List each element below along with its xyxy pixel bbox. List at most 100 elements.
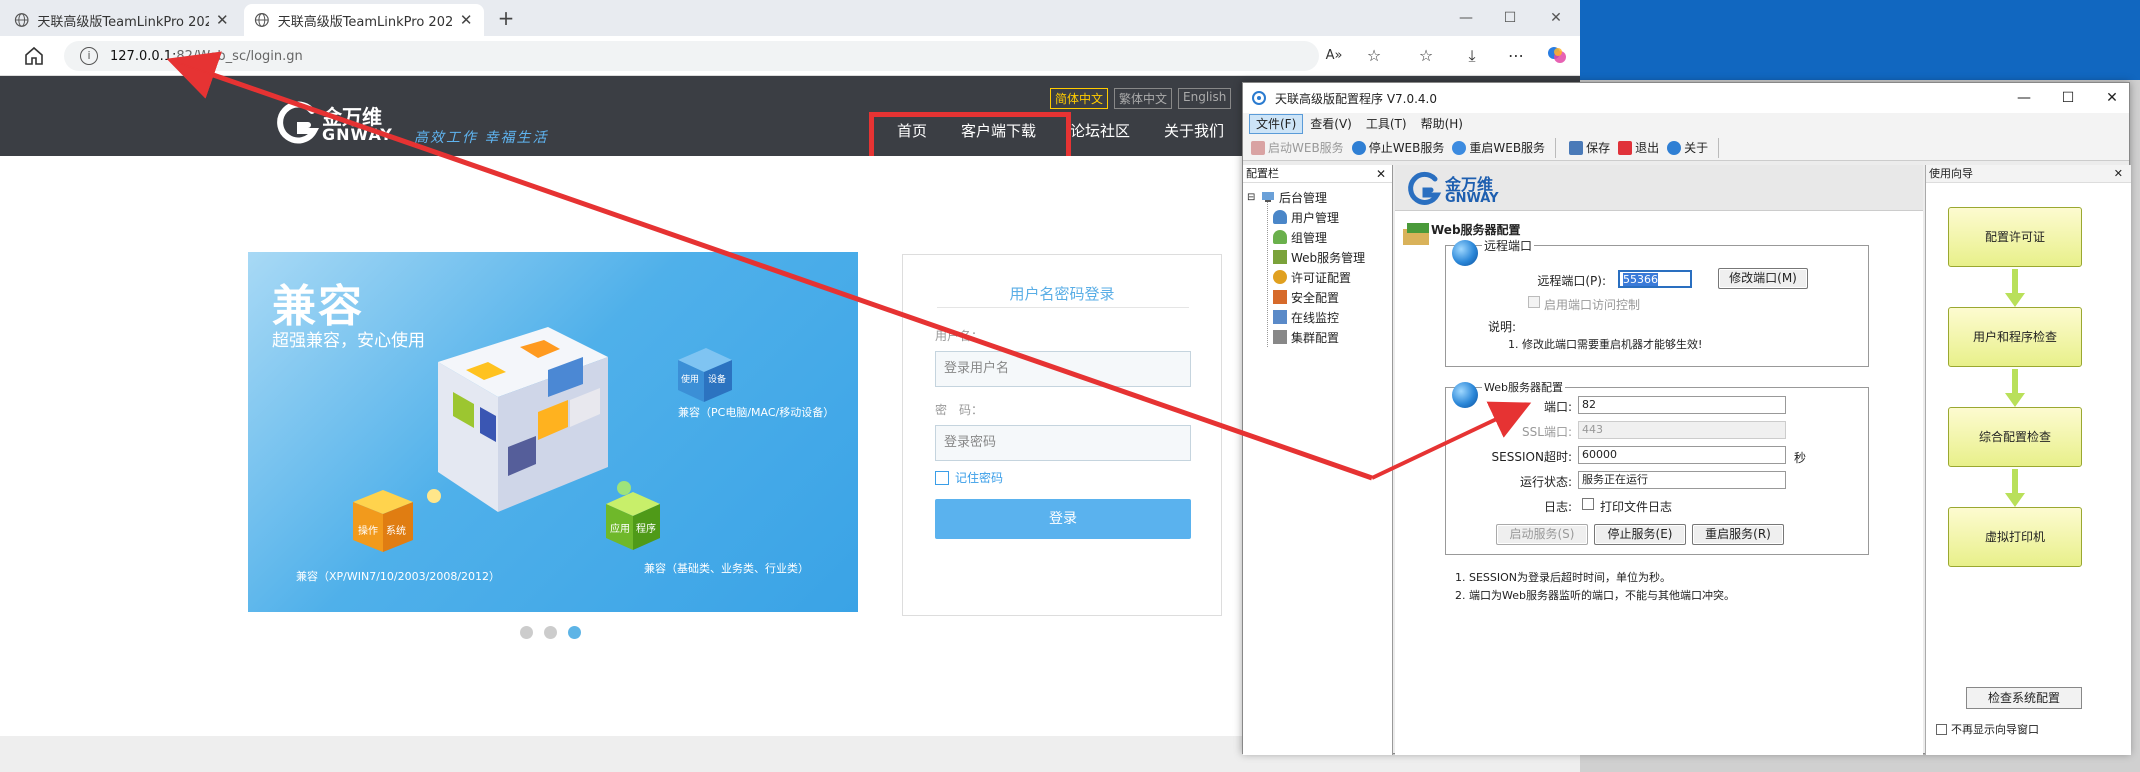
stop-service-button[interactable]: 停止服务(E) [1594, 524, 1686, 545]
pane-title: 配置栏 [1246, 167, 1279, 180]
wizard-step-user-check[interactable]: 用户和程序检查 [1948, 307, 2082, 367]
start-icon [1251, 140, 1265, 155]
save-button[interactable]: 保存 [1569, 139, 1610, 156]
close-tab-icon[interactable]: ✕ [215, 12, 230, 28]
exit-button[interactable]: 退出 [1618, 139, 1659, 156]
log-label: 日志: [1543, 500, 1572, 514]
start-service-button[interactable]: 启动服务(S) [1496, 524, 1588, 545]
new-tab-button[interactable]: + [494, 7, 518, 31]
web-server-group: Web服务器配置 端口: 82 SSL端口: 443 SESSION超时: 60… [1445, 379, 1869, 555]
nav-about[interactable]: 关于我们 [1147, 116, 1241, 146]
desktop-background [1580, 0, 2140, 80]
modify-port-button[interactable]: 修改端口(M) [1718, 268, 1808, 289]
save-icon [1569, 140, 1584, 155]
remember-password[interactable]: 记住密码 [935, 469, 1003, 486]
check-system-config-button[interactable]: 检查系统配置 [1966, 687, 2082, 709]
remember-label: 记住密码 [955, 471, 1004, 485]
remote-port-input[interactable]: 55366 [1618, 270, 1692, 288]
lang-simplified-chinese[interactable]: 简体中文 [1050, 88, 1109, 109]
carousel-dot[interactable] [520, 626, 533, 639]
read-aloud-icon[interactable]: A» [1322, 44, 1346, 68]
app-menubar: 文件(F) 查看(V) 工具(T) 帮助(H) [1243, 113, 2129, 135]
app-titlebar[interactable]: 天联高级版配置程序 V7.0.4.0 — ☐ ✕ [1243, 83, 2129, 113]
about-button[interactable]: 关于 [1667, 139, 1708, 156]
address-bar[interactable]: i 127.0.0.1: 82/Web_sc/login.gn [64, 41, 1319, 71]
password-input[interactable]: 登录密码 [935, 425, 1191, 461]
app-cube: 应用 程序 [606, 481, 660, 550]
lang-traditional-chinese[interactable]: 繁体中文 [1114, 88, 1173, 109]
menu-file[interactable]: 文件(F) [1249, 114, 1304, 134]
key-icon [1273, 270, 1287, 284]
app-close-button[interactable]: ✕ [2089, 83, 2135, 113]
browser-tab-1[interactable]: 天联高级版TeamLinkPro 2021标准版 ✕ [4, 4, 240, 36]
remote-port-label: 远程端口(P): [1537, 274, 1606, 288]
content-header: 金万维 GNWAY [1395, 165, 1923, 211]
globe-icon [1452, 240, 1478, 266]
tree-item-group-management[interactable]: 组管理 [1243, 227, 1393, 247]
close-pane-icon[interactable]: ✕ [1376, 165, 1386, 183]
info-icon[interactable]: i [80, 47, 98, 65]
tree-item-user-management[interactable]: 用户管理 [1243, 207, 1393, 227]
web-service-icon [1273, 250, 1287, 264]
menu-help[interactable]: 帮助(H) [1414, 114, 1470, 134]
favorite-star-icon[interactable]: ☆ [1362, 44, 1386, 68]
wizard-step-license[interactable]: 配置许可证 [1948, 207, 2082, 267]
tree-item-security[interactable]: 安全配置 [1243, 287, 1393, 307]
config-content-panel: 金万维 GNWAY Web服务器配置 远程端口 远程端口(P): 55366 修… [1395, 165, 1923, 755]
print-log-checkbox[interactable] [1582, 498, 1594, 510]
port-input[interactable]: 82 [1578, 396, 1786, 414]
tree-root[interactable]: ⊟ 后台管理 [1243, 187, 1393, 207]
tab-title: 天联高级版TeamLinkPro 2021标准版 [37, 14, 208, 30]
username-input[interactable]: 登录用户名 [935, 351, 1191, 387]
wizard-step-config-check[interactable]: 综合配置检查 [1948, 407, 2082, 467]
login-button[interactable]: 登录 [935, 499, 1191, 539]
stop-web-service-button[interactable]: 停止WEB服务 [1351, 139, 1444, 156]
browser-tab-2[interactable]: 天联高级版TeamLinkPro 2021标准版 ✕ [244, 4, 484, 36]
menu-view[interactable]: 查看(V) [1303, 114, 1359, 134]
close-tab-icon[interactable]: ✕ [458, 12, 474, 28]
help-icon [1667, 140, 1682, 155]
tree-item-web-service[interactable]: Web服务管理 [1243, 247, 1393, 267]
lang-english[interactable]: English [1178, 88, 1232, 109]
remote-port-group: 远程端口 远程端口(P): 55366 修改端口(M) 启用端口访问控制 说明:… [1445, 237, 1869, 367]
app-minimize-button[interactable]: — [2001, 83, 2047, 113]
minimize-button[interactable]: — [1446, 6, 1486, 30]
collapse-icon[interactable]: ⊟ [1247, 192, 1257, 203]
remember-checkbox[interactable] [935, 470, 949, 485]
logo-slogan: 高效工作 幸福生活 [414, 130, 549, 146]
down-arrow-icon [2005, 269, 2025, 307]
ssl-port-input[interactable]: 443 [1578, 421, 1786, 439]
more-menu-icon[interactable]: ⋯ [1504, 44, 1528, 68]
banner-carousel[interactable]: 兼容 超强兼容，安心使用 使用 设备 操作 系统 应用 程序 兼容（PC电脑/M… [248, 252, 858, 612]
no-show-wizard[interactable]: 不再显示向导窗口 [1936, 721, 2039, 737]
pane-header: 使用向导 ✕ [1926, 165, 2131, 183]
app-toolbar: 启动WEB服务 停止WEB服务 重启WEB服务 保存 退出 关于 [1243, 135, 2129, 161]
tree-item-license[interactable]: 许可证配置 [1243, 267, 1393, 287]
menu-tools[interactable]: 工具(T) [1359, 114, 1414, 134]
restart-note: 1. 修改此端口需要重启机器才能够生效! [1508, 338, 1703, 351]
access-control-checkbox[interactable] [1528, 296, 1540, 308]
restart-service-button[interactable]: 重启服务(R) [1692, 524, 1784, 545]
carousel-dot-active[interactable] [568, 626, 581, 639]
wizard-step-virtual-printer[interactable]: 虚拟打印机 [1948, 507, 2082, 567]
copilot-icon[interactable] [1546, 44, 1570, 68]
close-pane-icon[interactable]: ✕ [2114, 165, 2123, 183]
close-window-button[interactable]: ✕ [1536, 6, 1576, 30]
language-switcher: 简体中文 繁体中文 English [1050, 88, 1232, 109]
start-web-service-button[interactable]: 启动WEB服务 [1251, 139, 1344, 156]
site-logo[interactable]: 金万维 GNWAY 高效工作 幸福生活 [272, 99, 592, 149]
carousel-dot[interactable] [544, 626, 557, 639]
gnway-logo-icon [1408, 171, 1442, 205]
home-icon[interactable] [22, 44, 46, 68]
tree-item-cluster[interactable]: 集群配置 [1243, 327, 1393, 347]
no-show-checkbox[interactable] [1936, 723, 1947, 735]
tree-item-online-monitor[interactable]: 在线监控 [1243, 307, 1393, 327]
favorites-icon[interactable]: ☆ [1414, 44, 1438, 68]
restart-web-service-button[interactable]: 重启WEB服务 [1452, 139, 1545, 156]
app-maximize-button[interactable]: ☐ [2045, 83, 2091, 113]
login-panel: 用户名密码登录 用户名： 登录用户名 密 码： 登录密码 记住密码 登录 [902, 254, 1222, 616]
download-icon[interactable]: ⤓ [1460, 44, 1484, 68]
session-timeout-input[interactable]: 60000 [1578, 446, 1786, 464]
divider [937, 307, 1189, 308]
maximize-button[interactable]: ☐ [1490, 6, 1530, 30]
